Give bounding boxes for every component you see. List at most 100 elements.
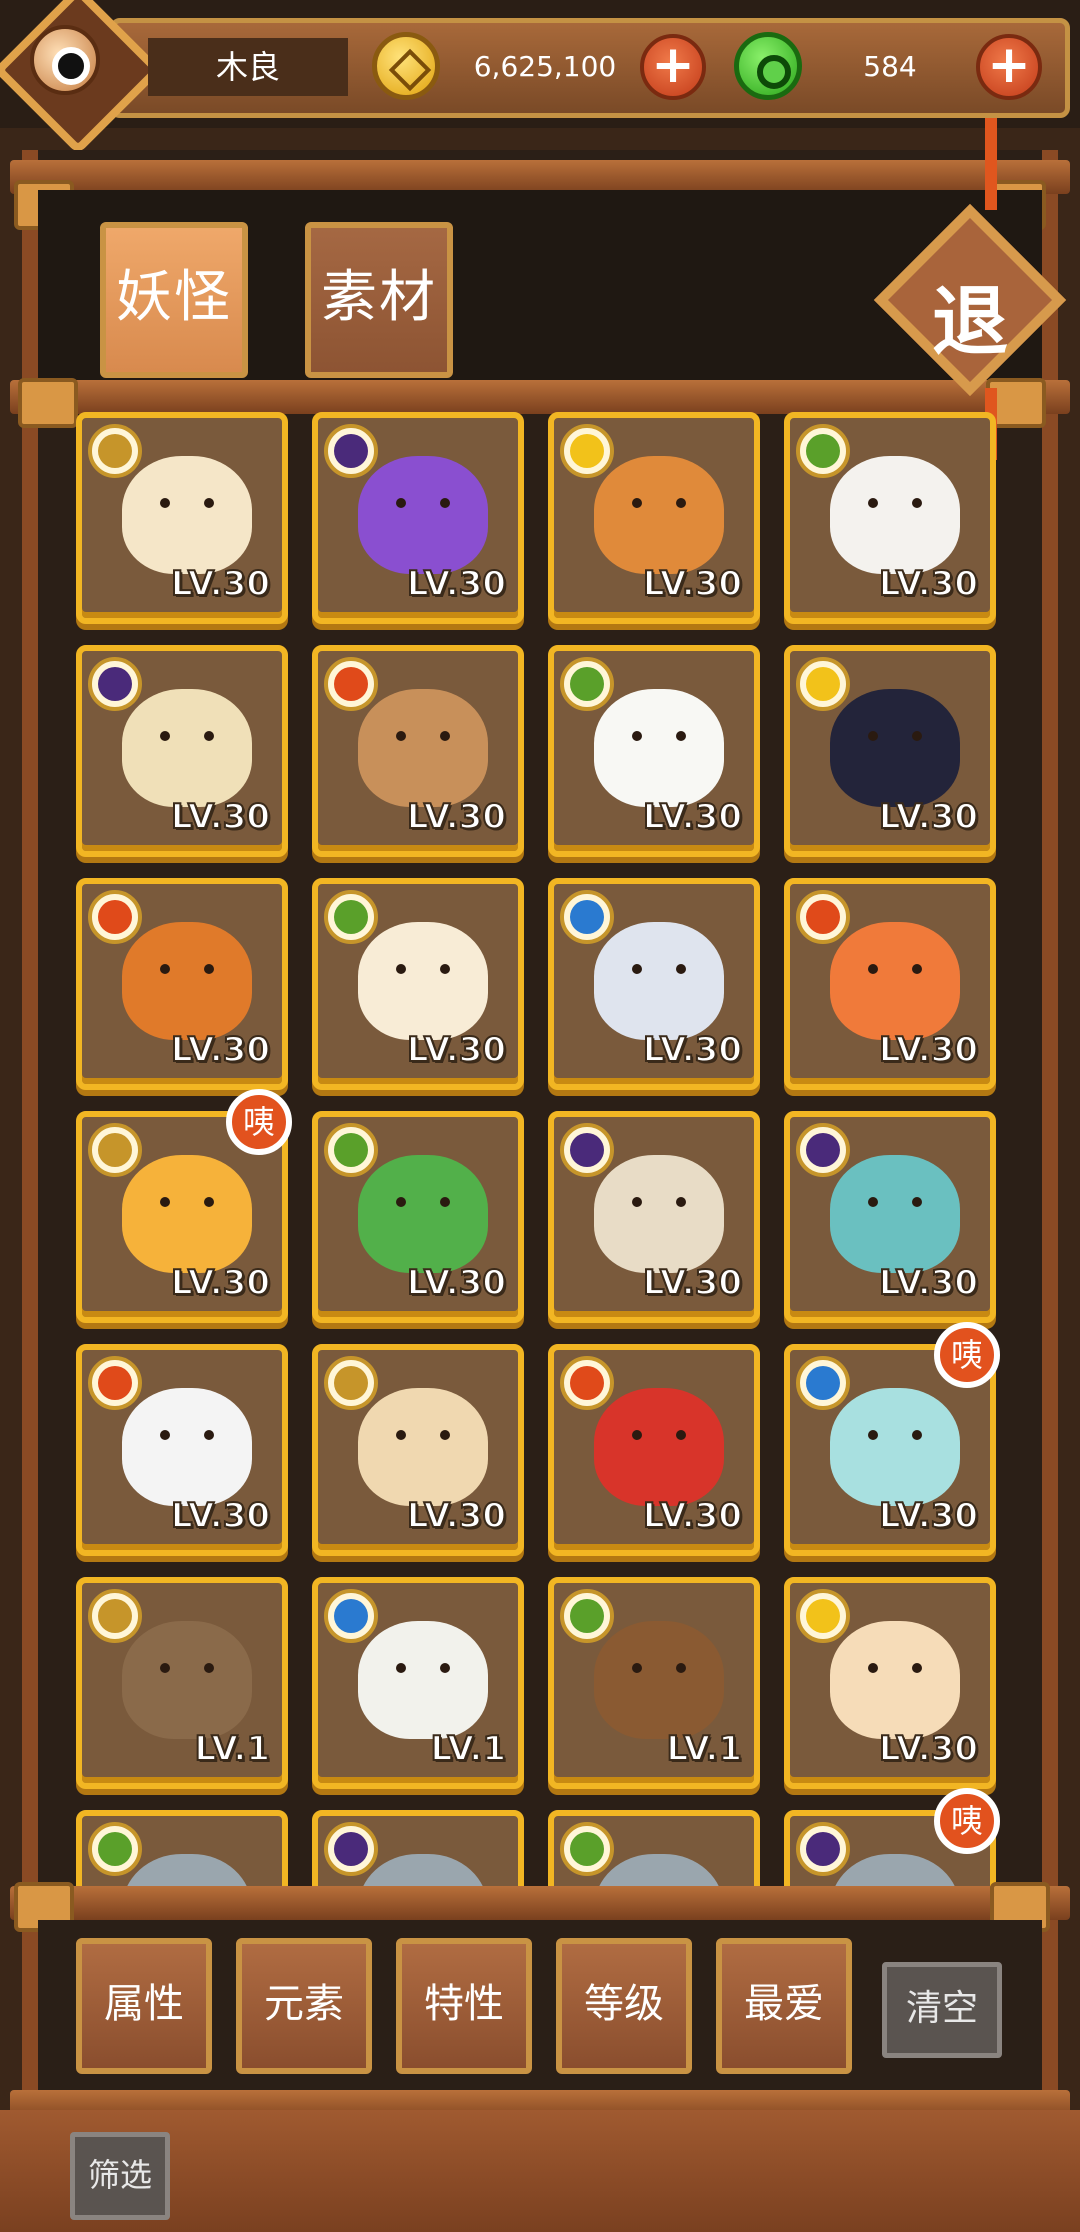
level-label: LV.1 xyxy=(194,1728,271,1770)
monster-card[interactable]: LV.1 xyxy=(76,1577,288,1789)
fire-element-icon xyxy=(324,657,378,711)
monster-card[interactable]: 咦 xyxy=(784,1788,1000,1890)
add-gems-button[interactable]: + xyxy=(976,34,1042,100)
monster-card[interactable]: LV.30 xyxy=(784,645,996,857)
new-badge: 咦 xyxy=(226,1089,292,1155)
clear-filters-button[interactable]: 清空 xyxy=(882,1962,1002,2058)
water-element-icon xyxy=(560,890,614,944)
element-glyph xyxy=(98,667,132,701)
element-glyph xyxy=(334,1832,368,1866)
monster-portrait xyxy=(358,1854,488,1890)
screen-filter-button[interactable]: 筛选 xyxy=(70,2132,170,2220)
monster-card[interactable]: LV.1 xyxy=(548,1577,760,1789)
monster-card[interactable]: LV.1 xyxy=(312,1577,524,1789)
moon-element-icon xyxy=(324,424,378,478)
element-glyph xyxy=(570,667,604,701)
element-glyph xyxy=(570,1133,604,1167)
monster-portrait xyxy=(594,1854,724,1890)
exit-cord-top xyxy=(985,118,997,210)
level-label: LV.1 xyxy=(666,1728,743,1770)
fire-element-icon xyxy=(88,890,142,944)
player-avatar-icon[interactable] xyxy=(30,25,100,95)
monster-card[interactable]: LV.30 xyxy=(76,878,288,1090)
tab-monsters[interactable]: 妖怪 xyxy=(100,222,248,378)
sun-element-icon xyxy=(796,657,850,711)
tab-materials[interactable]: 素材 xyxy=(305,222,453,378)
element-glyph xyxy=(334,900,368,934)
monster-portrait xyxy=(122,689,252,807)
monster-card[interactable]: LV.30 xyxy=(312,645,524,857)
monster-portrait xyxy=(122,1621,252,1739)
element-glyph xyxy=(334,667,368,701)
element-glyph xyxy=(334,1599,368,1633)
element-glyph xyxy=(334,434,368,468)
monster-card[interactable]: LV.30 咦 xyxy=(76,1089,292,1323)
moon-element-icon xyxy=(324,1822,378,1876)
monster-grid-scroll[interactable]: LV.30 LV.30 LV.30 LV.30 LV.30 LV.30 LV.30 LV.30… xyxy=(54,412,1026,1890)
monster-portrait xyxy=(830,922,960,1040)
monster-portrait xyxy=(122,922,252,1040)
monster-portrait xyxy=(122,1388,252,1506)
monster-card[interactable]: LV.30 xyxy=(784,878,996,1090)
new-badge: 咦 xyxy=(934,1788,1000,1854)
element-glyph xyxy=(570,900,604,934)
monster-card[interactable]: LV.30 xyxy=(784,412,996,624)
element-glyph xyxy=(806,900,840,934)
monster-portrait xyxy=(594,1388,724,1506)
monster-card[interactable] xyxy=(548,1810,760,1890)
level-label: LV.30 xyxy=(406,563,507,605)
filter-element-button[interactable]: 元素 xyxy=(236,1938,372,2074)
sun-element-icon xyxy=(560,424,614,478)
monster-portrait xyxy=(830,1621,960,1739)
level-label: LV.30 xyxy=(642,796,743,838)
monster-card[interactable]: LV.30 xyxy=(548,1344,760,1556)
monster-card[interactable]: LV.30 xyxy=(76,412,288,624)
element-glyph xyxy=(806,1133,840,1167)
level-label: LV.30 xyxy=(642,1495,743,1537)
element-glyph xyxy=(570,1832,604,1866)
monster-portrait xyxy=(594,1621,724,1739)
monster-card[interactable]: LV.30 xyxy=(312,412,524,624)
gem-count: 584 xyxy=(863,50,917,83)
coin-count: 6,625,100 xyxy=(473,50,617,83)
moon-element-icon xyxy=(796,1123,850,1177)
filter-attribute-button[interactable]: 属性 xyxy=(76,1938,212,2074)
monster-card[interactable]: LV.30 xyxy=(784,1577,996,1789)
element-glyph xyxy=(806,1366,840,1400)
filter-trait-button[interactable]: 特性 xyxy=(396,1938,532,2074)
element-glyph xyxy=(806,667,840,701)
moon-element-icon xyxy=(88,657,142,711)
leaf-element-icon xyxy=(796,424,850,478)
monster-card[interactable]: LV.30 xyxy=(548,412,760,624)
monster-card[interactable] xyxy=(312,1810,524,1890)
exit-button[interactable]: 退 xyxy=(873,203,1067,397)
filter-favorite-button[interactable]: 最爱 xyxy=(716,1938,852,2074)
monster-card[interactable]: LV.30 xyxy=(784,1111,996,1323)
add-coins-button[interactable]: + xyxy=(640,34,706,100)
level-label: LV.30 xyxy=(642,1029,743,1071)
water-element-icon xyxy=(324,1589,378,1643)
monster-portrait xyxy=(122,1155,252,1273)
level-label: LV.30 xyxy=(170,563,271,605)
monster-portrait xyxy=(358,456,488,574)
monster-card[interactable]: LV.30 xyxy=(312,878,524,1090)
monster-card[interactable]: LV.30 xyxy=(548,645,760,857)
level-label: LV.30 xyxy=(878,563,979,605)
monster-card[interactable]: LV.30 xyxy=(76,645,288,857)
leaf-element-icon xyxy=(560,1822,614,1876)
level-label: LV.30 xyxy=(406,1262,507,1304)
monster-card[interactable]: LV.30 xyxy=(548,1111,760,1323)
monster-portrait xyxy=(830,1155,960,1273)
monster-card[interactable]: LV.30 咦 xyxy=(784,1322,1000,1556)
monster-card[interactable] xyxy=(76,1810,288,1890)
monster-card[interactable]: LV.30 xyxy=(548,878,760,1090)
filter-level-button[interactable]: 等级 xyxy=(556,1938,692,2074)
element-glyph xyxy=(98,900,132,934)
monster-card[interactable]: LV.30 xyxy=(76,1344,288,1556)
monster-portrait xyxy=(358,1388,488,1506)
monster-grid: LV.30 LV.30 LV.30 LV.30 LV.30 LV.30 LV.30 LV.30… xyxy=(54,412,1026,1890)
monster-card[interactable]: LV.30 xyxy=(312,1344,524,1556)
exit-label: 退 xyxy=(932,277,1008,366)
level-label: LV.30 xyxy=(878,796,979,838)
monster-card[interactable]: LV.30 xyxy=(312,1111,524,1323)
